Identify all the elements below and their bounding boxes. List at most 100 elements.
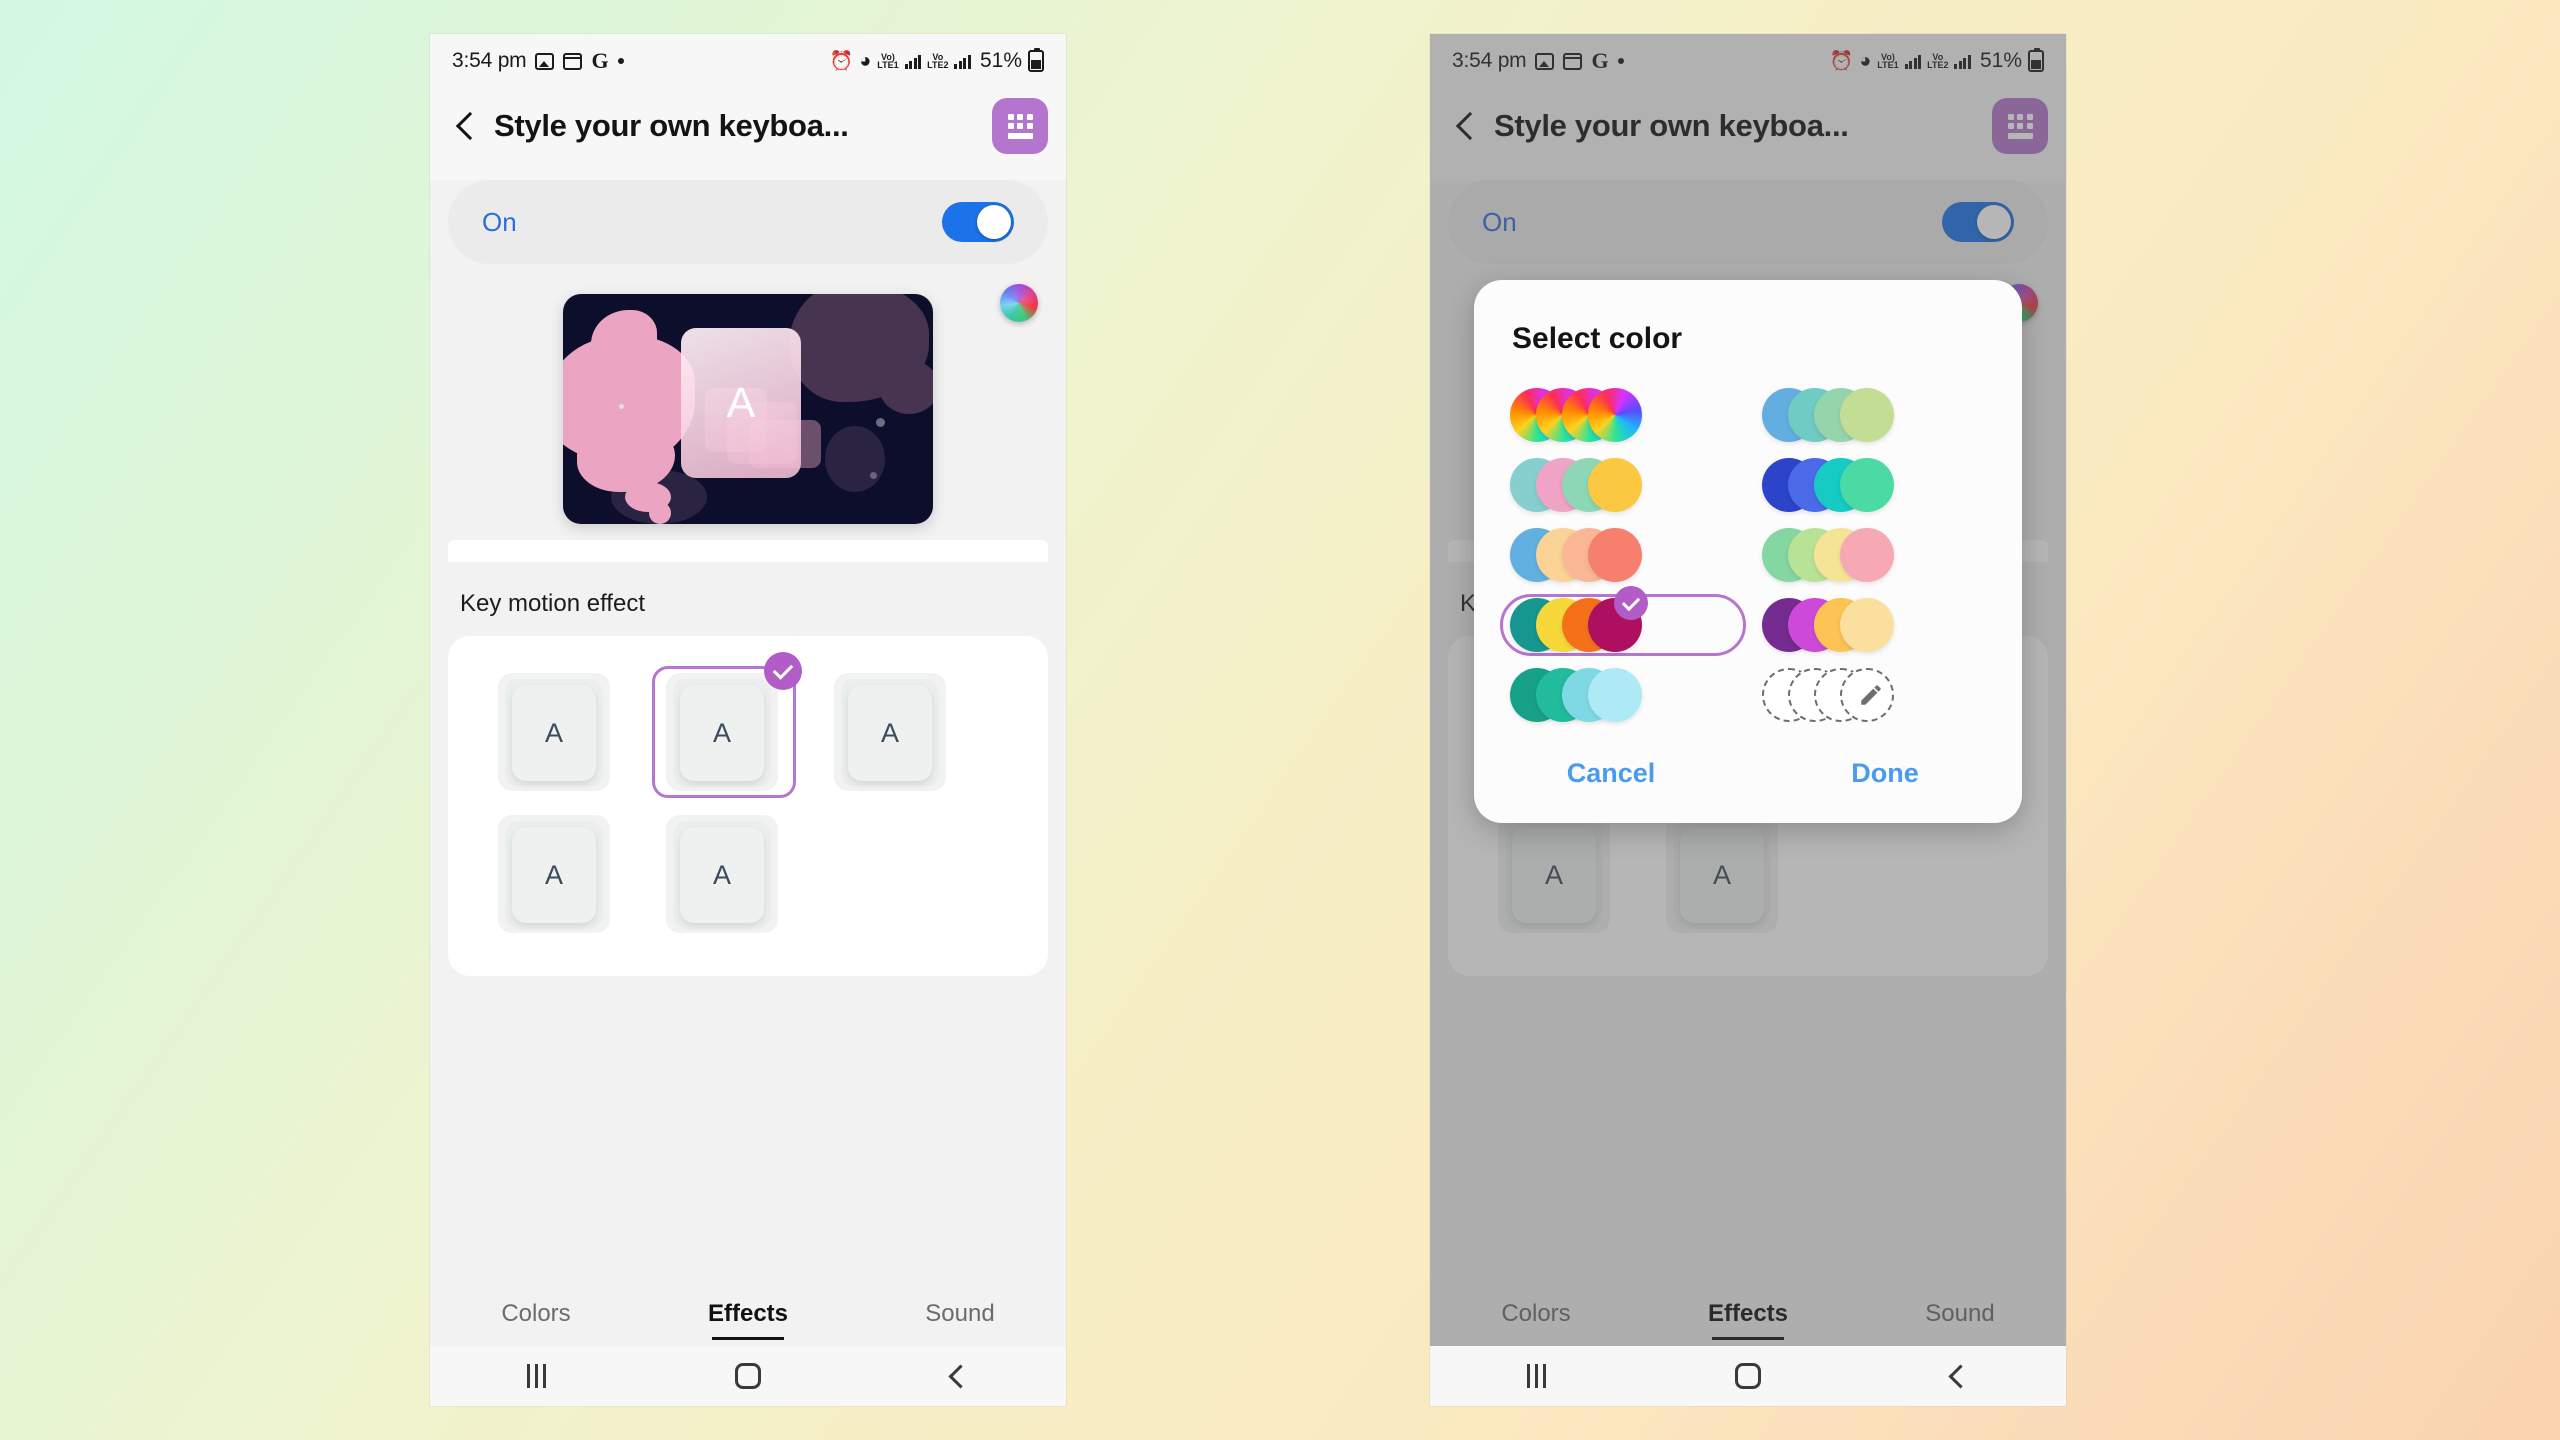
page-title: Style your own keyboa... [494, 108, 849, 143]
preview-key-letter: A [726, 378, 756, 427]
effect-key-letter: A [712, 717, 731, 748]
effect-key-letter: A [880, 717, 899, 748]
tab-sound[interactable]: Sound [854, 1300, 1066, 1328]
app-bar: Style your own keyboa... [430, 88, 1066, 180]
swatch-purple-violet-gold-cream-set[interactable] [1748, 590, 2000, 660]
cancel-button[interactable]: Cancel [1474, 758, 1748, 789]
effect-option-1[interactable]: A [470, 662, 638, 804]
battery-percent: 51% [979, 49, 1022, 72]
preview-dot [870, 472, 877, 479]
select-color-dialog: Select color Cancel Done [1474, 280, 2022, 823]
back-icon [947, 1363, 973, 1389]
volte2-signal-icon [954, 53, 971, 69]
swatch-stack [1510, 668, 1644, 722]
effect-row-1: A A A [470, 652, 1026, 804]
swatch-row-5 [1496, 660, 2000, 730]
nav-home-button[interactable] [1642, 1363, 1854, 1389]
system-nav-bar [1430, 1346, 2066, 1406]
effect-option-4[interactable]: A [470, 804, 638, 946]
wifi-icon: ◕ [859, 49, 872, 72]
preview-dot [619, 404, 624, 409]
screen-left: 3:54 pm G ⏰ ◕ Vo) LTE1 Vo LTE2 51% Style y… [430, 34, 1066, 1406]
enable-toggle-row[interactable]: On [448, 180, 1048, 264]
nav-recents-button[interactable] [430, 1364, 642, 1388]
key-stack-icon: A [834, 673, 946, 791]
swatch-teal-shades-set[interactable] [1496, 660, 1748, 730]
volte1-signal-icon [904, 53, 922, 69]
swatch-blue-peach-coral-set[interactable] [1496, 520, 1748, 590]
volte2-label: Vo LTE2 [927, 52, 949, 70]
phone-left: 3:54 pm G ⏰ ◕ Vo) LTE1 Vo LTE2 51% Style y… [430, 34, 1066, 1406]
swatch-stack [1510, 458, 1644, 512]
effect-key-letter: A [544, 717, 563, 748]
nav-back-button[interactable] [1854, 1363, 2066, 1389]
preview-dot [876, 418, 885, 427]
pencil-icon [1861, 685, 1881, 705]
back-button[interactable] [448, 109, 482, 143]
swatch-custom-color-set[interactable] [1748, 660, 2000, 730]
status-bar-left: 3:54 pm G [452, 48, 624, 74]
preview-section: A [430, 276, 1066, 540]
alarm-icon: ⏰ [829, 51, 854, 72]
swatch-row-2 [1496, 450, 2000, 520]
keyboard-preview-card[interactable]: A [563, 294, 933, 524]
effect-selected-check-icon [764, 652, 802, 690]
effect-key-letter: A [544, 859, 563, 890]
swatch-green-yellow-pink-set[interactable] [1748, 520, 2000, 590]
recents-icon [526, 1364, 546, 1388]
swatch-stack [1510, 528, 1644, 582]
status-bar: 3:54 pm G ⏰ ◕ Vo) LTE1 Vo LTE2 51% [430, 34, 1066, 88]
swatch-blue-green-set[interactable] [1748, 380, 2000, 450]
color-wheel-icon[interactable] [1000, 284, 1038, 322]
phone-right: 3:54 pm G ⏰ ◕ Vo) LTE1 Vo LTE2 51% Style y… [1430, 34, 2066, 1406]
nav-recents-button[interactable] [1430, 1364, 1642, 1388]
dialog-title: Select color [1512, 322, 1683, 355]
key-motion-effect-grid: A A A [448, 636, 1048, 976]
key-stack-icon: A [666, 815, 778, 933]
swatch-teal-yellow-orange-magenta-set[interactable] [1496, 586, 1748, 660]
volte1-label: Vo) LTE1 [877, 52, 899, 70]
color-swatch-grid [1474, 376, 2022, 740]
google-icon: G [591, 48, 609, 73]
swatch-teal-pink-yellow-set[interactable] [1496, 450, 1748, 520]
effect-spacer [806, 804, 974, 946]
preview-blob-purple [879, 360, 933, 414]
battery-icon [1028, 48, 1044, 72]
effect-option-2[interactable]: A [638, 652, 806, 804]
swatch-stack [1762, 598, 1896, 652]
tab-effects[interactable]: Effects [642, 1300, 854, 1328]
swatch-stack [1762, 668, 1896, 722]
status-time: 3:54 pm [452, 49, 527, 72]
preview-key: A [681, 328, 801, 478]
swatch-stack [1762, 388, 1896, 442]
effect-option-5[interactable]: A [638, 804, 806, 946]
recents-icon [1526, 1364, 1546, 1388]
nav-home-button[interactable] [642, 1363, 854, 1389]
swatch-stack [1510, 586, 1648, 652]
home-icon [1735, 1363, 1761, 1389]
keyboard-button[interactable] [992, 98, 1048, 154]
nav-back-button[interactable] [854, 1363, 1066, 1389]
preview-blob-pink [649, 502, 671, 524]
swatch-row-4 [1496, 586, 2000, 660]
toggle-label: On [482, 206, 517, 237]
key-stack-icon: A [498, 815, 610, 933]
swatch-rainbow-wheel-set[interactable] [1496, 380, 1748, 450]
enable-switch[interactable] [942, 202, 1014, 242]
preview-divider [448, 540, 1048, 562]
done-button[interactable]: Done [1748, 758, 2022, 789]
effect-option-3[interactable]: A [806, 662, 974, 804]
home-icon [735, 1363, 761, 1389]
swatch-row-3 [1496, 520, 2000, 590]
key-motion-effect-label: Key motion effect [430, 562, 1066, 636]
screen-right: 3:54 pm G ⏰ ◕ Vo) LTE1 Vo LTE2 51% Style y… [1430, 34, 2066, 1406]
tab-colors[interactable]: Colors [430, 1300, 642, 1328]
key-stack-icon: A [666, 673, 778, 791]
swatch-stack [1762, 528, 1896, 582]
keyboard-icon [1007, 113, 1033, 139]
key-stack-icon: A [498, 673, 610, 791]
status-bar-right: ⏰ ◕ Vo) LTE1 Vo LTE2 51% [829, 48, 1044, 73]
photos-icon [535, 52, 555, 70]
swatch-blue-indigo-teal-green-set[interactable] [1748, 450, 2000, 520]
swatch-selected-check-icon [1614, 586, 1648, 620]
